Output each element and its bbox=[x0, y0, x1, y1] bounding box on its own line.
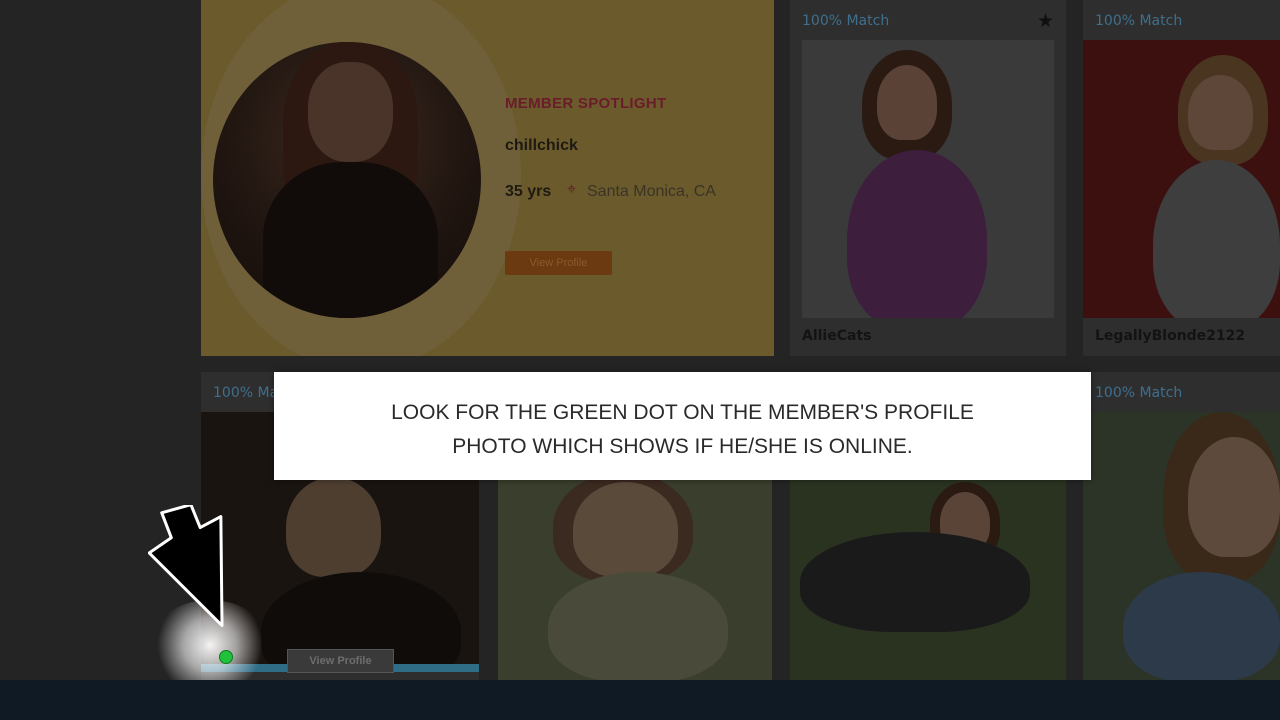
match-label: 100% Match bbox=[1095, 13, 1183, 29]
profile-photo[interactable] bbox=[1083, 40, 1280, 318]
spotlight-username[interactable]: chillchick bbox=[505, 137, 578, 155]
profile-card-alliecats[interactable]: 100% Match ★ AllieCats bbox=[790, 0, 1066, 356]
spotlight-photo-face bbox=[308, 62, 393, 162]
match-label: 100% Match bbox=[1095, 385, 1183, 401]
bottom-bar bbox=[0, 680, 1280, 720]
profile-name[interactable]: LegallyBlonde2122 bbox=[1095, 328, 1245, 344]
profile-name[interactable]: AllieCats bbox=[802, 328, 871, 344]
tooltip-text: LOOK FOR THE GREEN DOT ON THE MEMBER'S P… bbox=[274, 396, 1091, 464]
tooltip-line-1: LOOK FOR THE GREEN DOT ON THE MEMBER'S P… bbox=[391, 401, 974, 424]
tutorial-tooltip: LOOK FOR THE GREEN DOT ON THE MEMBER'S P… bbox=[274, 372, 1091, 480]
member-spotlight-card: MEMBER SPOTLIGHT chillchick 35 yrs ⌖ San… bbox=[201, 0, 774, 356]
profile-card-woman-portrait[interactable]: 100% Match bbox=[1083, 372, 1280, 682]
profile-photo[interactable] bbox=[802, 40, 1054, 318]
pointer-arrow-icon bbox=[148, 505, 224, 628]
spotlight-age: 35 yrs bbox=[505, 183, 552, 200]
match-label: 100% Match bbox=[802, 13, 890, 29]
spotlight-photo-body bbox=[263, 162, 438, 318]
spotlight-view-profile-button[interactable]: View Profile bbox=[505, 251, 612, 275]
online-status-dot-icon bbox=[219, 650, 233, 664]
match-label: 100% Ma bbox=[213, 385, 279, 401]
profile-card-legallyblonde2122[interactable]: 100% Match LegallyBlonde2122 bbox=[1083, 0, 1280, 356]
view-profile-button[interactable]: View Profile bbox=[287, 649, 394, 673]
profile-photo[interactable] bbox=[1083, 412, 1280, 682]
spotlight-location: Santa Monica, CA bbox=[587, 183, 716, 200]
star-icon[interactable]: ★ bbox=[1037, 10, 1054, 33]
location-pin-icon: ⌖ bbox=[567, 181, 577, 198]
tooltip-line-2: PHOTO WHICH SHOWS IF HE/SHE IS ONLINE. bbox=[452, 435, 913, 458]
spotlight-title: MEMBER SPOTLIGHT bbox=[505, 95, 667, 112]
page: MEMBER SPOTLIGHT chillchick 35 yrs ⌖ San… bbox=[0, 0, 1280, 720]
spotlight-photo[interactable] bbox=[213, 42, 481, 318]
